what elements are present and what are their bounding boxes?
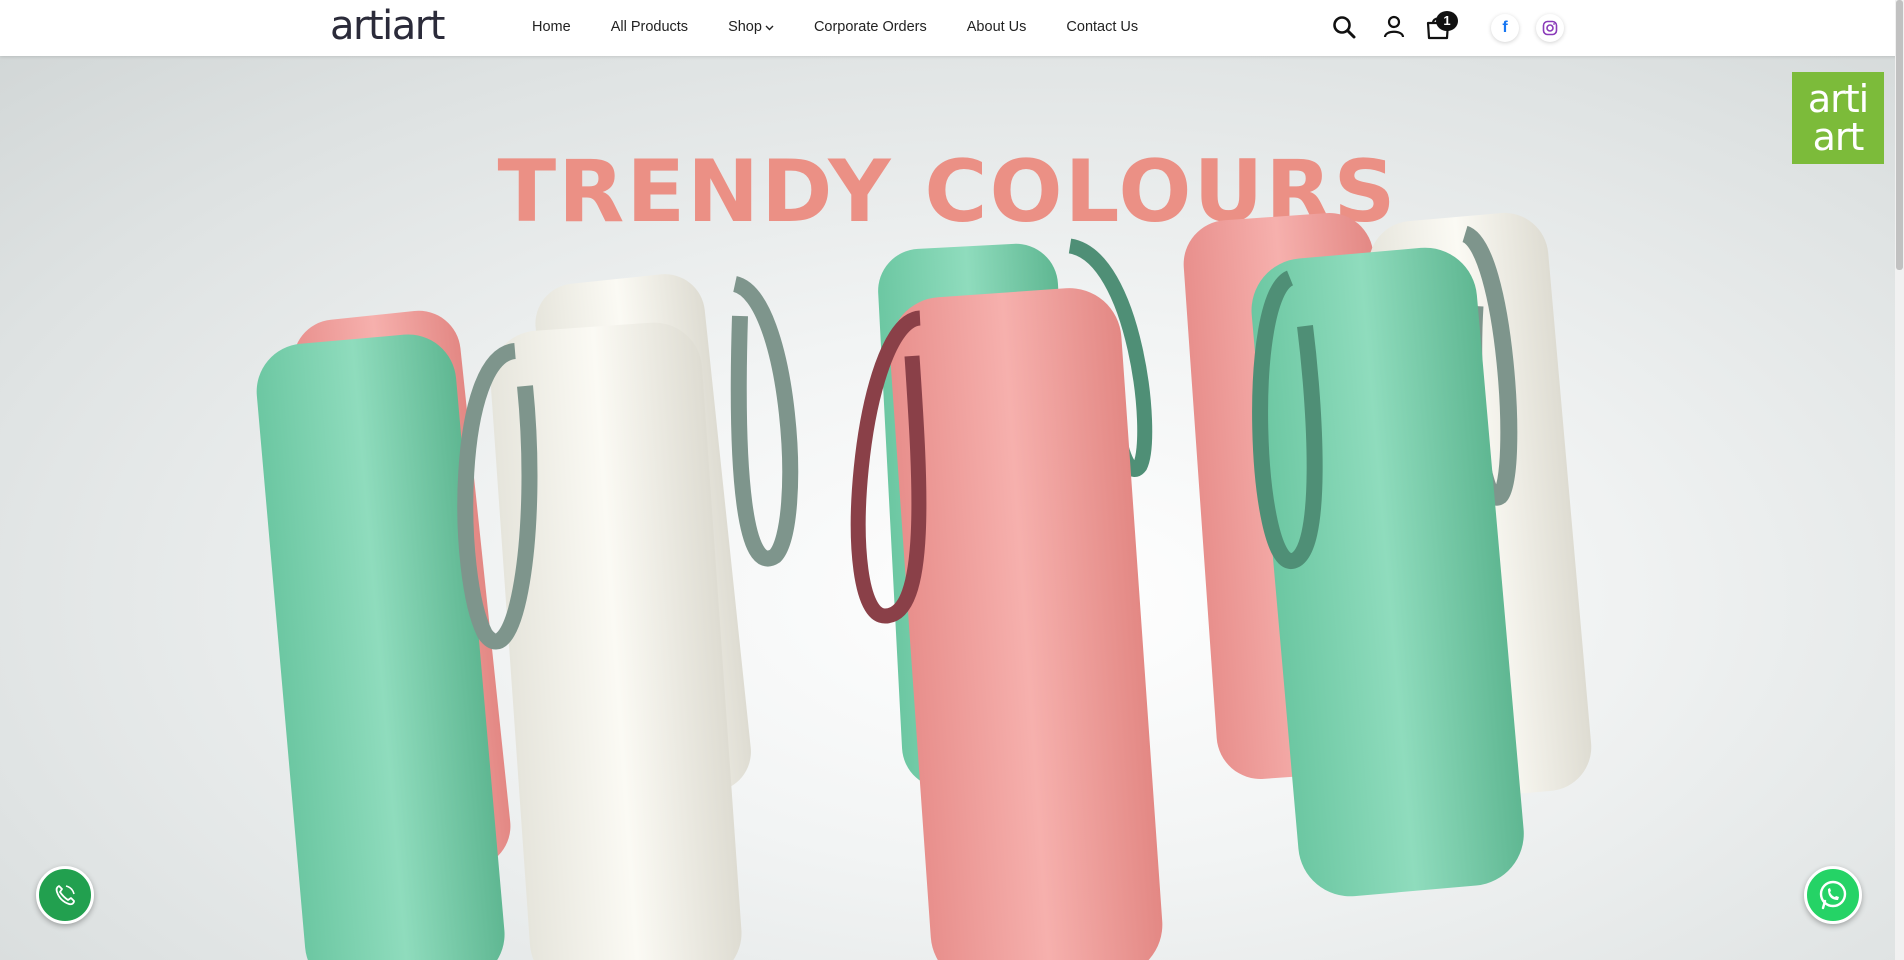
nav-contact-us-label: Contact Us [1066, 19, 1139, 35]
corner-logo: arti art [1792, 72, 1884, 164]
strap-grey-right [730, 276, 799, 567]
search-icon[interactable] [1330, 13, 1358, 41]
bottles-illustration [256, 212, 1592, 960]
facebook-icon[interactable]: f [1491, 14, 1519, 42]
cart-count-badge: 1 [1436, 11, 1458, 31]
facebook-glyph: f [1502, 19, 1508, 36]
whatsapp-icon[interactable] [1804, 866, 1862, 924]
nav-home[interactable]: Home [532, 19, 571, 35]
nav-all-products-label: All Products [610, 19, 689, 35]
bottle-group-left [256, 274, 799, 960]
user-icon[interactable] [1380, 13, 1408, 41]
hero-banner: TRENDY COLOURS arti art [0, 56, 1895, 960]
main-nav: Home All Products Shop Corporate Orders … [532, 0, 1178, 54]
bottle-group-right [1183, 212, 1592, 897]
nav-corporate-orders-label: Corporate Orders [813, 19, 927, 35]
site-logo[interactable]: artiart [330, 4, 445, 48]
page-scrollbar[interactable] [1895, 0, 1904, 960]
scrollbar-thumb[interactable] [1896, 0, 1903, 270]
nav-contact-us[interactable]: Contact Us [1066, 19, 1138, 35]
corner-logo-line1: arti [1807, 77, 1869, 121]
nav-all-products[interactable]: All Products [611, 19, 688, 35]
instagram-icon[interactable] [1536, 14, 1564, 42]
nav-about-us[interactable]: About Us [967, 19, 1027, 35]
nav-home-label: Home [532, 19, 571, 35]
corner-logo-line2: art [1812, 115, 1865, 159]
nav-about-us-label: About Us [966, 19, 1027, 35]
site-header: artiart Home All Products Shop Corporate… [0, 0, 1904, 56]
chevron-down-icon [765, 23, 774, 33]
bottle-group-center [850, 238, 1163, 960]
nav-corporate-orders[interactable]: Corporate Orders [814, 19, 927, 35]
nav-shop-label: Shop [728, 19, 762, 35]
phone-icon[interactable] [36, 866, 94, 924]
bottle-pink-front [889, 288, 1163, 960]
nav-shop[interactable]: Shop [728, 19, 774, 35]
